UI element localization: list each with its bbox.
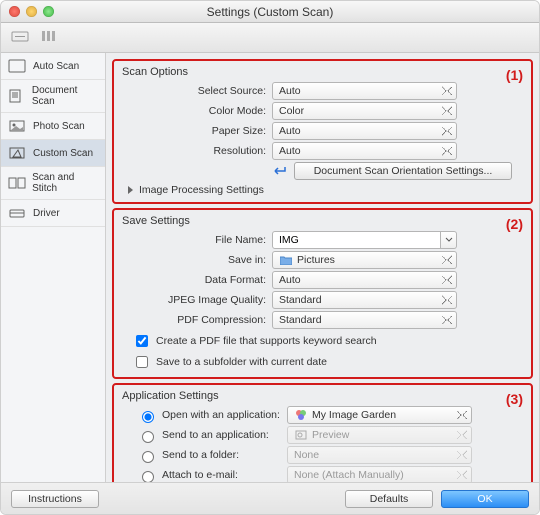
window-title: Settings (Custom Scan) bbox=[207, 5, 334, 19]
select-source-label: Select Source: bbox=[122, 85, 272, 97]
footer: Instructions Defaults OK bbox=[1, 482, 539, 514]
attach-popup: None (Attach Manually) bbox=[287, 466, 472, 482]
return-arrow-icon bbox=[272, 164, 290, 178]
sidebar-item-label: Document Scan bbox=[32, 85, 99, 107]
send-app-radio[interactable]: Send to an application: bbox=[137, 428, 287, 443]
section-title: Scan Options bbox=[122, 66, 523, 78]
attach-label: Attach to e-mail: bbox=[162, 469, 238, 481]
close-icon[interactable] bbox=[9, 6, 20, 17]
sidebar-item-label: Custom Scan bbox=[33, 148, 93, 159]
resolution-label: Resolution: bbox=[122, 145, 272, 157]
sidebar-item-label: Auto Scan bbox=[33, 61, 79, 72]
paper-size-popup[interactable]: Auto bbox=[272, 122, 457, 140]
disclosure-label: Image Processing Settings bbox=[139, 184, 264, 196]
attach-radio-input[interactable] bbox=[142, 471, 154, 483]
image-processing-disclosure[interactable]: Image Processing Settings bbox=[128, 184, 523, 196]
orientation-settings-button[interactable]: Document Scan Orientation Settings... bbox=[294, 162, 512, 180]
send-folder-popup: None bbox=[287, 446, 472, 464]
driver-icon bbox=[7, 205, 27, 221]
scanner-tab-icon[interactable] bbox=[11, 29, 29, 46]
application-settings-section: (3) Application Settings Open with an ap… bbox=[112, 383, 533, 482]
sidebar-item-custom-scan[interactable]: Custom Scan bbox=[1, 140, 105, 167]
sidebar-item-driver[interactable]: Driver bbox=[1, 200, 105, 227]
sidebar-item-label: Photo Scan bbox=[33, 121, 85, 132]
send-app-radio-input[interactable] bbox=[142, 431, 154, 443]
auto-scan-icon bbox=[7, 58, 27, 74]
settings-window: Settings (Custom Scan) Auto Scan Documen… bbox=[0, 0, 540, 515]
attach-radio[interactable]: Attach to e-mail: bbox=[137, 468, 287, 483]
savein-value: Pictures bbox=[297, 254, 335, 266]
send-folder-label: Send to a folder: bbox=[162, 449, 239, 461]
section-title: Application Settings bbox=[122, 390, 523, 402]
disclosure-triangle-icon bbox=[128, 186, 133, 194]
minimize-icon[interactable] bbox=[26, 6, 37, 17]
folder-icon bbox=[279, 254, 293, 266]
select-source-popup[interactable]: Auto bbox=[272, 82, 457, 100]
open-with-radio-input[interactable] bbox=[142, 411, 154, 423]
preview-icon bbox=[294, 429, 308, 441]
sidebar-item-document-scan[interactable]: Document Scan bbox=[1, 80, 105, 113]
mode-tab-icon[interactable] bbox=[39, 29, 57, 46]
zoom-icon[interactable] bbox=[43, 6, 54, 17]
format-label: Data Format: bbox=[122, 274, 272, 286]
stitch-icon bbox=[7, 175, 26, 191]
sidebar-item-label: Scan and Stitch bbox=[32, 172, 99, 194]
window-controls bbox=[9, 6, 54, 17]
instructions-button[interactable]: Instructions bbox=[11, 490, 99, 508]
callout-1: (1) bbox=[506, 67, 523, 83]
savein-label: Save in: bbox=[122, 254, 272, 266]
pdf-label: PDF Compression: bbox=[122, 314, 272, 326]
chevron-down-icon[interactable] bbox=[441, 231, 457, 249]
filename-combo[interactable] bbox=[272, 231, 457, 249]
main-panel: (1) Scan Options Select Source: Auto Col… bbox=[106, 53, 539, 482]
pdf-popup[interactable]: Standard bbox=[272, 311, 457, 329]
send-app-label: Send to an application: bbox=[162, 429, 269, 441]
keyword-checkbox-input[interactable] bbox=[136, 335, 148, 347]
send-app-value: Preview bbox=[312, 429, 349, 441]
subfolder-checkbox-label: Save to a subfolder with current date bbox=[156, 356, 327, 368]
subfolder-checkbox[interactable]: Save to a subfolder with current date bbox=[132, 353, 523, 371]
send-app-popup: Preview bbox=[287, 426, 472, 444]
keyword-checkbox-label: Create a PDF file that supports keyword … bbox=[156, 335, 377, 347]
filename-label: File Name: bbox=[122, 234, 272, 246]
document-scan-icon bbox=[7, 88, 26, 104]
defaults-button[interactable]: Defaults bbox=[345, 490, 433, 508]
send-folder-radio[interactable]: Send to a folder: bbox=[137, 448, 287, 463]
paper-size-label: Paper Size: bbox=[122, 125, 272, 137]
keyword-checkbox[interactable]: Create a PDF file that supports keyword … bbox=[132, 332, 523, 350]
send-folder-radio-input[interactable] bbox=[142, 451, 154, 463]
open-with-label: Open with an application: bbox=[162, 409, 280, 421]
app-icon bbox=[294, 409, 308, 421]
jpeg-popup[interactable]: Standard bbox=[272, 291, 457, 309]
savein-popup[interactable]: Pictures bbox=[272, 251, 457, 269]
custom-scan-icon bbox=[7, 145, 27, 161]
open-with-radio[interactable]: Open with an application: bbox=[137, 408, 287, 423]
open-with-popup[interactable]: My Image Garden bbox=[287, 406, 472, 424]
save-settings-section: (2) Save Settings File Name: Save bbox=[112, 208, 533, 379]
format-popup[interactable]: Auto bbox=[272, 271, 457, 289]
sidebar-item-label: Driver bbox=[33, 208, 60, 219]
section-title: Save Settings bbox=[122, 215, 523, 227]
photo-scan-icon bbox=[7, 118, 27, 134]
sidebar-item-auto-scan[interactable]: Auto Scan bbox=[1, 53, 105, 80]
toolbar bbox=[1, 23, 539, 53]
ok-button[interactable]: OK bbox=[441, 490, 529, 508]
open-with-value: My Image Garden bbox=[312, 409, 396, 421]
jpeg-label: JPEG Image Quality: bbox=[122, 294, 272, 306]
sidebar-item-photo-scan[interactable]: Photo Scan bbox=[1, 113, 105, 140]
filename-input[interactable] bbox=[272, 231, 441, 249]
color-mode-label: Color Mode: bbox=[122, 105, 272, 117]
color-mode-popup[interactable]: Color bbox=[272, 102, 457, 120]
sidebar-item-scan-and-stitch[interactable]: Scan and Stitch bbox=[1, 167, 105, 200]
sidebar: Auto Scan Document Scan Photo Scan Custo… bbox=[1, 53, 106, 482]
callout-3: (3) bbox=[506, 391, 523, 407]
body: Auto Scan Document Scan Photo Scan Custo… bbox=[1, 53, 539, 482]
callout-2: (2) bbox=[506, 216, 523, 232]
subfolder-checkbox-input[interactable] bbox=[136, 356, 148, 368]
titlebar: Settings (Custom Scan) bbox=[1, 1, 539, 23]
scan-options-section: (1) Scan Options Select Source: Auto Col… bbox=[112, 59, 533, 204]
resolution-popup[interactable]: Auto bbox=[272, 142, 457, 160]
